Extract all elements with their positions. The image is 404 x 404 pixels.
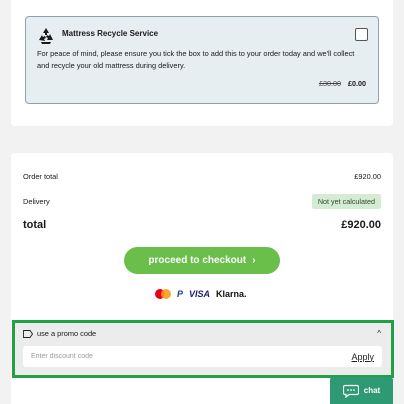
delivery-status-badge: Not yet calculated: [311, 194, 381, 209]
mastercard-icon: [155, 289, 171, 299]
promo-code-toggle[interactable]: use a promo code ^: [23, 329, 381, 338]
tag-icon: [23, 329, 33, 338]
promo-code-section: use a promo code ^ Apply: [12, 320, 394, 378]
visa-icon: VISA: [189, 289, 211, 299]
chevron-right-icon: ›: [252, 255, 256, 266]
promo-code-label: use a promo code: [37, 329, 97, 338]
order-total-label: Order total: [23, 172, 58, 181]
chat-label: chat: [363, 386, 381, 395]
total-label: total: [23, 219, 47, 231]
checkout-label: proceed to checkout: [148, 255, 247, 266]
recycle-icon: [39, 28, 53, 44]
order-total-row: Order total £920.00: [23, 172, 381, 181]
recycle-service-box[interactable]: Mattress Recycle Service For peace of mi…: [25, 16, 379, 104]
discount-code-input[interactable]: [31, 353, 281, 360]
recycle-card: Mattress Recycle Service For peace of mi…: [11, 0, 393, 126]
recycle-checkbox[interactable]: [355, 28, 368, 41]
paypal-icon: P: [177, 289, 184, 299]
delivery-row: Delivery Not yet calculated: [23, 194, 381, 209]
recycle-description: For peace of mind, please ensure you tic…: [37, 49, 355, 70]
chevron-up-icon[interactable]: ^: [377, 329, 381, 338]
chat-button[interactable]: chat: [330, 377, 393, 404]
proceed-to-checkout-button[interactable]: proceed to checkout ›: [124, 247, 280, 274]
order-total-value: £920.00: [354, 172, 381, 181]
grand-total-row: total £920.00: [23, 219, 381, 231]
chat-bubble-icon: [342, 384, 359, 398]
recycle-old-price: £30.00: [319, 79, 341, 88]
promo-input-wrapper: Apply: [23, 346, 382, 367]
recycle-prices: £30.00 £0.00: [319, 79, 366, 88]
apply-button[interactable]: Apply: [351, 352, 374, 362]
payment-methods: P VISA Klarna.: [155, 287, 247, 301]
recycle-new-price: £0.00: [348, 79, 366, 88]
delivery-label: Delivery: [23, 197, 50, 206]
recycle-title: Mattress Recycle Service: [62, 29, 159, 38]
klarna-icon: Klarna.: [216, 289, 247, 299]
total-value: £920.00: [341, 219, 381, 231]
